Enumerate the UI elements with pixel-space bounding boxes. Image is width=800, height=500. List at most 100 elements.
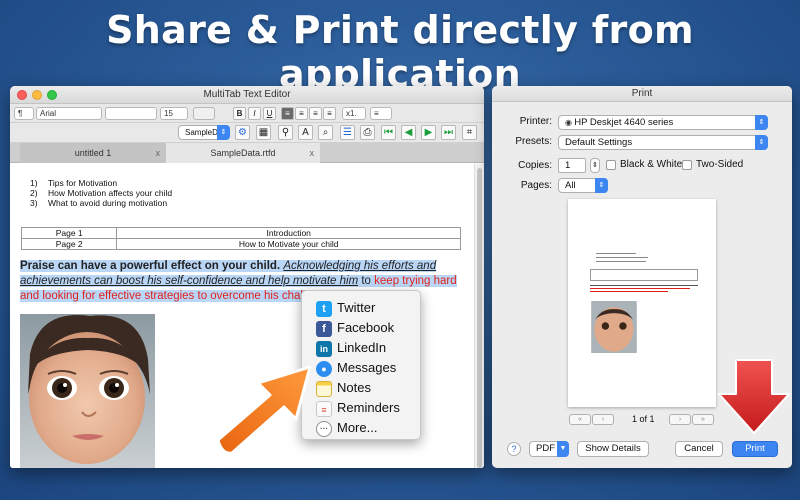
share-reminders[interactable]: ≡ Reminders [316,399,420,419]
editor-titlebar: MultiTab Text Editor [10,86,484,104]
printer-select[interactable]: ◉ HP Deskjet 4640 series ⇕ [558,115,768,130]
presets-select[interactable]: Default Settings ⇕ [558,135,768,150]
settings-gear-icon[interactable]: ⚙ [235,125,250,140]
list-style-select[interactable]: ≡ [370,107,392,120]
text-color-well[interactable] [193,107,215,120]
share-facebook[interactable]: f Facebook [316,319,420,339]
headline: Share & Print directly from application [106,8,694,96]
list-item: 1) Tips for Motivation [30,178,118,188]
tab-label: SampleData.rtfd [210,148,276,158]
share-messages[interactable]: ● Messages [316,359,420,379]
last-page-icon[interactable]: ⏭ [441,125,456,140]
share-item-label: Twitter [337,300,376,315]
black-white-checkbox[interactable] [606,160,616,170]
pdf-label: PDF [536,443,555,454]
align-left-button[interactable]: ≡ [281,107,294,120]
share-notes[interactable]: Notes [316,379,420,399]
vertical-scrollbar[interactable] [474,164,484,468]
presets-label: Presets: [515,136,552,147]
align-right-button[interactable]: ≡ [309,107,322,120]
child-photo [20,314,155,468]
table-cell: Page 2 [20,238,118,250]
twitter-icon: t [316,301,332,317]
copies-input[interactable]: 1 [558,158,586,173]
paragraph-plain-text: to [358,275,375,287]
share-linkedin[interactable]: in LinkedIn [316,339,420,359]
show-details-button[interactable]: Show Details [577,441,649,457]
facebook-icon: f [316,321,332,337]
next-page-button[interactable]: › [669,414,691,425]
printer-icon: ◉ [565,118,575,127]
table-row: Page 2 How to Motivate your child [20,238,461,250]
bold-button[interactable]: B [233,107,246,120]
share-item-label: Notes [337,380,371,395]
copies-label: Copies: [518,160,552,171]
document-select[interactable]: SampleD... ⇕ [178,125,230,140]
link-icon[interactable]: ⚲ [278,125,293,140]
orange-arrow-graphic [216,365,312,455]
preview-text-line [596,253,636,254]
share-item-label: More... [337,420,378,435]
preview-table [590,269,698,281]
align-center-button[interactable]: ≡ [295,107,308,120]
table-cell: How to Motivate your child [116,238,461,250]
find-icon[interactable]: ⌕ [318,125,333,140]
format-toolbar: ¶ Arial 15 B I U ≡ ≡ ≡ ≡ x1. ≡ [10,104,484,123]
table-row: Page 1 Introduction [20,227,461,239]
pages-select[interactable]: All ⇕ [558,178,608,193]
preview-text-line [596,261,646,262]
pages-select-value: All [565,180,576,191]
text-box-icon[interactable]: A [298,125,313,140]
list-item: 2) How Motivation affects your child [30,188,173,198]
italic-button[interactable]: I [248,107,261,120]
share-more[interactable]: ··· More... [316,419,420,439]
black-white-label: Black & White [620,159,683,170]
help-button[interactable]: ? [507,442,521,456]
tab-untitled-1[interactable]: untitled 1 x [20,143,166,163]
previous-page-button[interactable]: ‹ [592,414,614,425]
share-item-label: Messages [337,360,397,375]
list-view-icon[interactable]: ☰ [340,125,355,140]
chevron-updown-icon: ⇕ [755,115,768,130]
pdf-menu-button[interactable]: PDF ▼ [529,441,569,457]
first-page-button[interactable]: « [569,414,591,425]
print-button[interactable]: Print [732,441,778,457]
share-twitter[interactable]: t Twitter [316,299,420,319]
printer-label: Printer: [519,116,552,127]
scrollbar-thumb[interactable] [477,168,482,468]
font-size-select[interactable]: 15 [160,107,188,120]
next-page-icon[interactable]: ▶ [421,125,436,140]
two-sided-label: Two-Sided [696,159,744,170]
chevron-updown-icon: ⇕ [217,125,230,140]
presets-select-value: Default Settings [565,137,633,148]
preview-text-line [596,257,648,258]
align-justify-button[interactable]: ≡ [323,107,336,120]
line-spacing-select[interactable]: x1. [342,107,366,120]
action-toolbar: SampleD... ⇕ ⚙ ▦ ⚲ A ⌕ ☰ ⎙ ⏮ ◀ ▶ ⏭ ⌗ [10,123,484,143]
print-preview-icon[interactable]: ⎙ [360,125,375,140]
copies-stepper[interactable]: ⇕ [590,158,600,173]
previous-page-icon[interactable]: ◀ [401,125,416,140]
font-style-select[interactable] [105,107,157,120]
tab-sampledata[interactable]: SampleData.rtfd x [166,143,320,163]
cancel-button[interactable]: Cancel [675,441,723,457]
preview-text-line [590,285,698,286]
font-select[interactable]: Arial [36,107,102,120]
preview-text-line [590,288,690,289]
table-icon[interactable]: ▦ [256,125,271,140]
preview-child-photo [590,301,638,353]
two-sided-checkbox[interactable] [682,160,692,170]
pages-label: Pages: [520,180,552,191]
tab-label: untitled 1 [74,148,112,158]
tab-close-icon[interactable]: x [310,143,315,163]
list-item: 3) What to avoid during motivation [30,198,168,208]
screenshot-icon[interactable]: ⌗ [462,125,477,140]
paragraph-style-select[interactable]: ¶ [14,107,34,120]
table-cell: Page 1 [20,227,118,239]
tab-close-icon[interactable]: x [156,143,161,163]
tab-bar: untitled 1 x SampleData.rtfd x [10,143,484,163]
chevron-down-icon: ▼ [557,441,569,457]
last-page-button[interactable]: » [692,414,714,425]
underline-button[interactable]: U [263,107,276,120]
first-page-icon[interactable]: ⏮ [381,125,396,140]
